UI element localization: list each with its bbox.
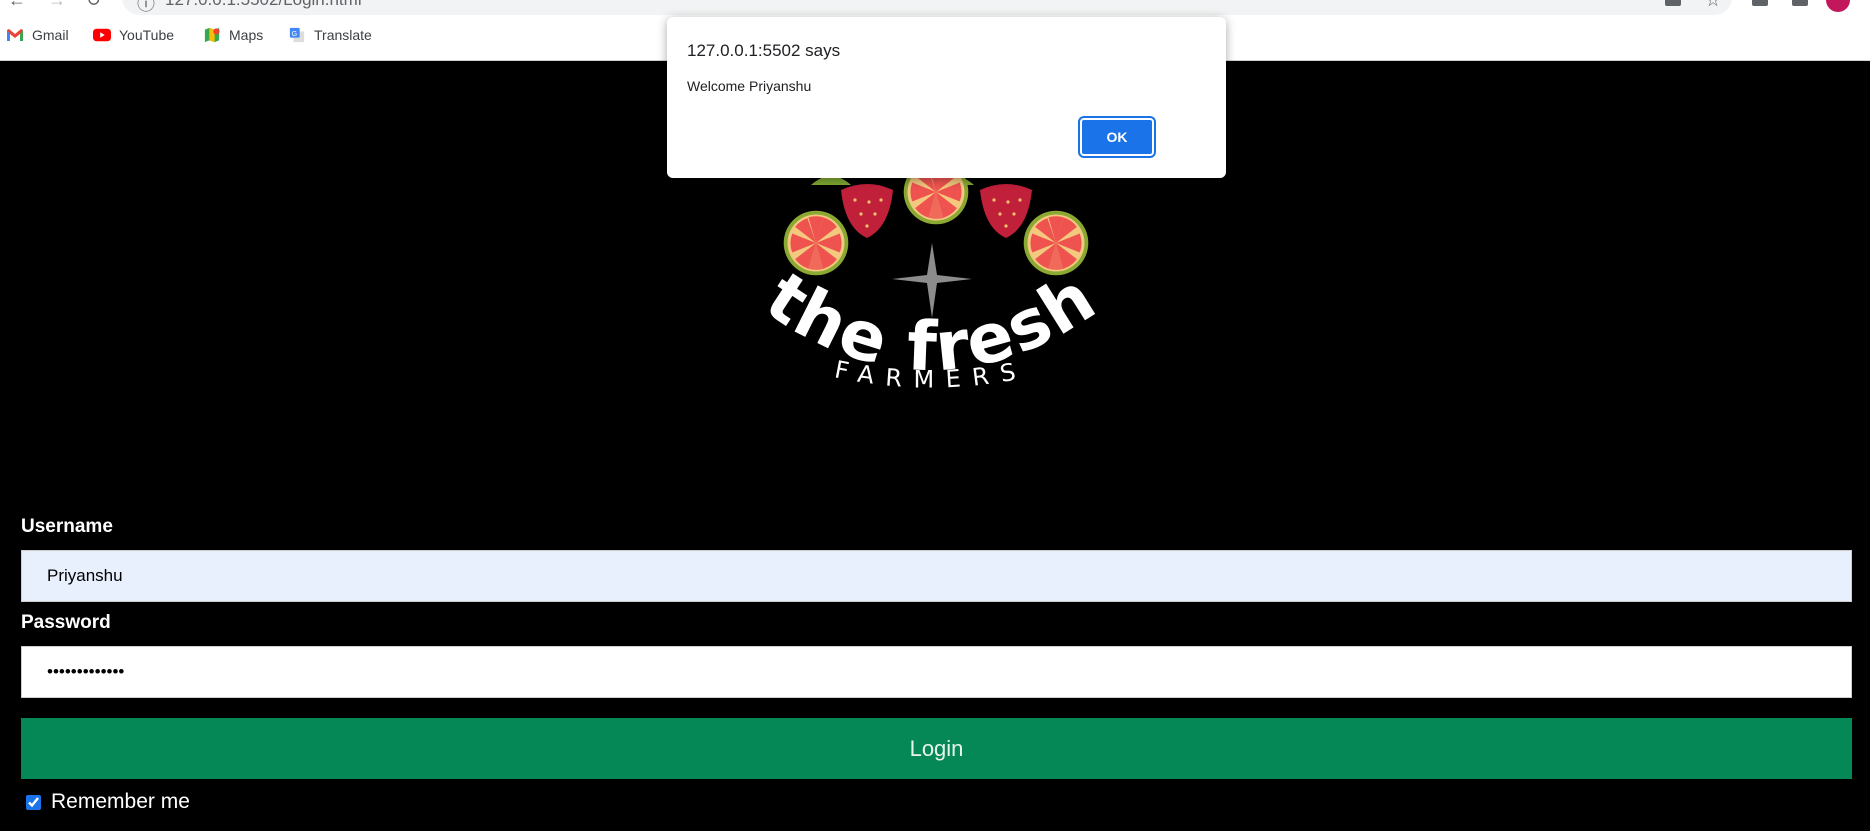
password-input[interactable] [21,646,1852,698]
bookmark-label: Translate [314,27,372,43]
username-label: Username [21,516,113,537]
bookmark-gmail[interactable]: Gmail [6,27,69,43]
svg-text:G: G [292,30,298,38]
bookmark-maps[interactable]: Maps [203,27,263,43]
bookmark-translate[interactable]: G Translate [288,27,372,43]
dialog-title: 127.0.0.1:5502 says [687,41,841,60]
remember-me[interactable]: Remember me [26,790,190,814]
youtube-icon [93,28,111,42]
back-icon[interactable]: ← [8,0,26,11]
bookmark-label: Gmail [32,27,69,43]
gmail-icon [7,29,23,41]
reload-icon[interactable]: ↻ [86,0,101,11]
forward-icon[interactable]: → [48,0,66,11]
remember-me-label: Remember me [51,790,190,813]
login-button[interactable]: Login [21,718,1852,779]
dialog-message: Welcome Priyanshu [687,78,812,94]
profile-avatar[interactable] [1826,0,1850,12]
share-icon[interactable] [1665,0,1681,6]
bookmark-youtube[interactable]: YouTube [93,27,174,43]
bookmark-star-icon[interactable]: ☆ [1705,0,1721,11]
extensions-icon[interactable] [1752,0,1768,6]
ok-button[interactable]: OK [1078,116,1156,158]
maps-icon [204,27,220,43]
bookmark-label: YouTube [119,27,175,43]
password-label: Password [21,612,111,633]
the-fresh-farmers-logo: the fresh FARMERS [752,160,1108,394]
site-info-icon[interactable]: ⓘ [137,0,155,16]
username-input[interactable] [21,550,1852,602]
translate-icon: G [289,27,305,43]
address-bar[interactable] [122,0,1732,15]
tab-window-icon[interactable] [1792,0,1808,6]
alert-dialog: 127.0.0.1:5502 says Welcome Priyanshu OK [667,17,1226,178]
remember-me-checkbox[interactable] [26,794,41,810]
url-text[interactable]: 127.0.0.1:5502/Login.html [165,0,362,10]
bookmark-label: Maps [229,27,264,43]
